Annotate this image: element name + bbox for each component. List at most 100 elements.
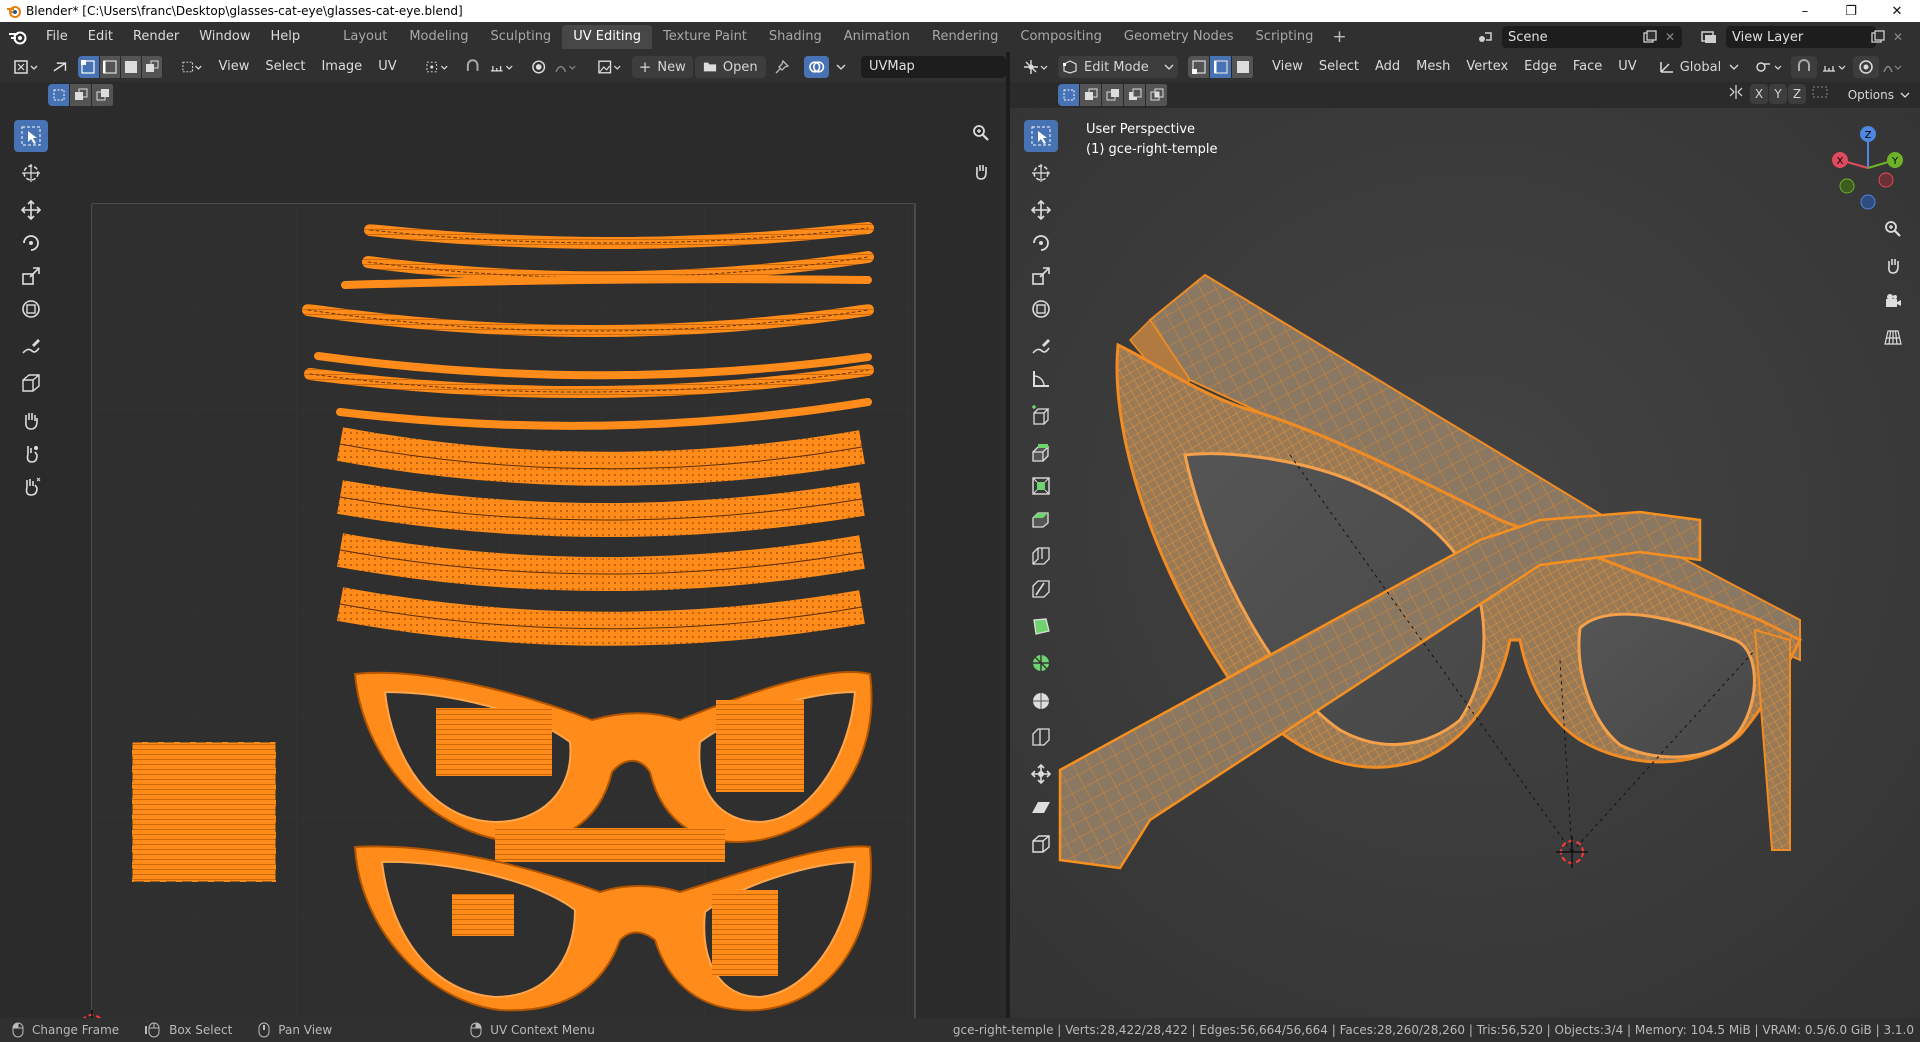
select-invert-icon[interactable] xyxy=(1124,84,1146,106)
proportional-edit-icon[interactable] xyxy=(1853,56,1880,78)
open-image-button[interactable]: Open xyxy=(694,56,766,78)
uv-tool-pinch[interactable] xyxy=(14,470,48,502)
viewport-select-box-mode-toggle[interactable] xyxy=(1058,84,1168,106)
uv-tool-rotate[interactable] xyxy=(14,227,48,259)
uv-select-box-mode-toggle[interactable] xyxy=(48,84,114,106)
scene-selector-icon[interactable] xyxy=(1470,26,1500,48)
uv-zoom-icon[interactable] xyxy=(966,118,996,148)
gizmo-neg-x-axis[interactable] xyxy=(1878,172,1894,188)
viewport-menu-face[interactable]: Face xyxy=(1565,52,1610,82)
pin-icon[interactable] xyxy=(770,56,794,78)
tab-geometry-nodes[interactable]: Geometry Nodes xyxy=(1113,25,1245,49)
viewport-menu-mesh[interactable]: Mesh xyxy=(1408,52,1458,82)
uvmap-field[interactable]: UVMap xyxy=(860,56,1006,78)
minimize-button[interactable]: – xyxy=(1782,0,1828,22)
uv-tool-annotate[interactable] xyxy=(14,330,48,362)
new-view-layer-icon[interactable] xyxy=(1869,27,1887,47)
tab-modeling[interactable]: Modeling xyxy=(398,25,479,49)
select-new-icon[interactable] xyxy=(48,84,70,106)
menu-edit[interactable]: Edit xyxy=(78,22,123,52)
menu-help[interactable]: Help xyxy=(261,22,311,52)
topology-mirror-icon[interactable] xyxy=(1812,85,1828,103)
uv-tool-cursor[interactable] xyxy=(14,157,48,189)
tab-uv-editing[interactable]: UV Editing xyxy=(562,25,653,49)
tool-shrink-fatten[interactable] xyxy=(1024,758,1058,790)
select-intersect-icon[interactable] xyxy=(1146,84,1168,106)
uv-tool-grab[interactable] xyxy=(14,404,48,436)
uv-tool-relax[interactable] xyxy=(14,437,48,469)
viewport-menu-uv[interactable]: UV xyxy=(1610,52,1644,82)
tool-scale[interactable] xyxy=(1024,260,1058,292)
new-image-button[interactable]: + New xyxy=(631,56,693,78)
viewport-menu-vertex[interactable]: Vertex xyxy=(1458,52,1516,82)
mesh-select-mode-toggle[interactable] xyxy=(1188,56,1254,78)
perspective-toggle-icon[interactable] xyxy=(1878,322,1908,352)
tool-edge-slide[interactable] xyxy=(1024,721,1058,753)
close-window-button[interactable]: ✕ xyxy=(1874,0,1920,22)
sticky-selection-icon[interactable] xyxy=(177,56,206,78)
viewport-zoom-icon[interactable] xyxy=(1878,214,1908,244)
pivot-icon[interactable] xyxy=(1751,56,1789,78)
menu-render[interactable]: Render xyxy=(123,22,189,52)
select-extend-icon[interactable] xyxy=(1080,84,1102,106)
proportional-falloff-icon[interactable] xyxy=(551,56,582,78)
tool-smooth[interactable] xyxy=(1024,684,1058,716)
mode-selector[interactable]: Edit Mode xyxy=(1058,56,1178,78)
tool-transform[interactable] xyxy=(1024,293,1058,325)
editor-type-uv-icon[interactable] xyxy=(8,56,43,78)
face-select-icon[interactable] xyxy=(120,56,143,78)
menu-window[interactable]: Window xyxy=(189,22,260,52)
mirror-x-toggle[interactable]: X xyxy=(1750,84,1768,104)
remove-view-layer-icon[interactable]: ✕ xyxy=(1890,27,1906,47)
add-workspace-button[interactable]: + xyxy=(1324,27,1354,47)
uv-overlays-icon[interactable] xyxy=(803,56,829,78)
uv-tool-move[interactable] xyxy=(14,194,48,226)
tab-animation[interactable]: Animation xyxy=(833,25,921,49)
tool-select-box[interactable] xyxy=(1024,120,1058,152)
face-mode-icon[interactable] xyxy=(1232,56,1254,78)
uv-overlays-dropdown-icon[interactable] xyxy=(829,56,853,78)
gizmo-neg-z-axis[interactable] xyxy=(1860,194,1876,210)
vertex-mode-icon[interactable] xyxy=(1188,56,1210,78)
menu-file[interactable]: File xyxy=(36,22,78,52)
viewport-scene[interactable] xyxy=(1010,108,1920,1018)
tool-poly-build[interactable] xyxy=(1024,610,1058,642)
tab-rendering[interactable]: Rendering xyxy=(921,25,1009,49)
proportional-editing-icon[interactable] xyxy=(526,56,551,78)
gizmo-neg-y-axis[interactable] xyxy=(1839,178,1855,194)
viewport-menu-select[interactable]: Select xyxy=(1311,52,1367,82)
island-select-icon[interactable] xyxy=(142,56,164,78)
select-new-icon[interactable] xyxy=(1058,84,1080,106)
viewport-pan-icon[interactable] xyxy=(1878,250,1908,280)
editor-type-3d-icon[interactable] xyxy=(1018,56,1054,78)
tab-compositing[interactable]: Compositing xyxy=(1009,25,1113,49)
uv-menu-view[interactable]: View xyxy=(211,52,258,82)
tool-loop-cut[interactable] xyxy=(1024,540,1058,572)
tool-cursor[interactable] xyxy=(1024,157,1058,189)
snap-target-icon[interactable] xyxy=(485,56,520,78)
options-dropdown[interactable]: Options xyxy=(1844,84,1914,106)
vertex-select-icon[interactable] xyxy=(78,56,100,78)
tab-layout[interactable]: Layout xyxy=(332,25,398,49)
tool-spin[interactable] xyxy=(1024,647,1058,679)
snap-toggle-icon[interactable] xyxy=(1791,56,1818,78)
transform-orientation-selector[interactable]: Global xyxy=(1655,56,1743,78)
tab-texture-paint[interactable]: Texture Paint xyxy=(652,25,758,49)
tool-annotate[interactable] xyxy=(1024,330,1058,362)
edge-select-icon[interactable] xyxy=(99,56,121,78)
camera-view-icon[interactable] xyxy=(1878,286,1908,316)
blender-menu-icon[interactable] xyxy=(0,22,36,52)
uv-tool-rip[interactable] xyxy=(14,367,48,399)
snap-icon[interactable] xyxy=(460,56,485,78)
select-extend-icon[interactable] xyxy=(70,84,92,106)
viewport-menu-view[interactable]: View xyxy=(1264,52,1311,82)
uv-canvas[interactable] xyxy=(0,108,1006,1018)
tab-sculpting[interactable]: Sculpting xyxy=(479,25,562,49)
tab-shading[interactable]: Shading xyxy=(758,25,833,49)
falloff-icon[interactable] xyxy=(1879,56,1907,78)
uv-tool-scale[interactable] xyxy=(14,260,48,292)
uv-pan-icon[interactable] xyxy=(966,156,996,186)
tab-scripting[interactable]: Scripting xyxy=(1245,25,1325,49)
tool-bevel[interactable] xyxy=(1024,503,1058,535)
sync-selection-icon[interactable] xyxy=(47,56,72,78)
